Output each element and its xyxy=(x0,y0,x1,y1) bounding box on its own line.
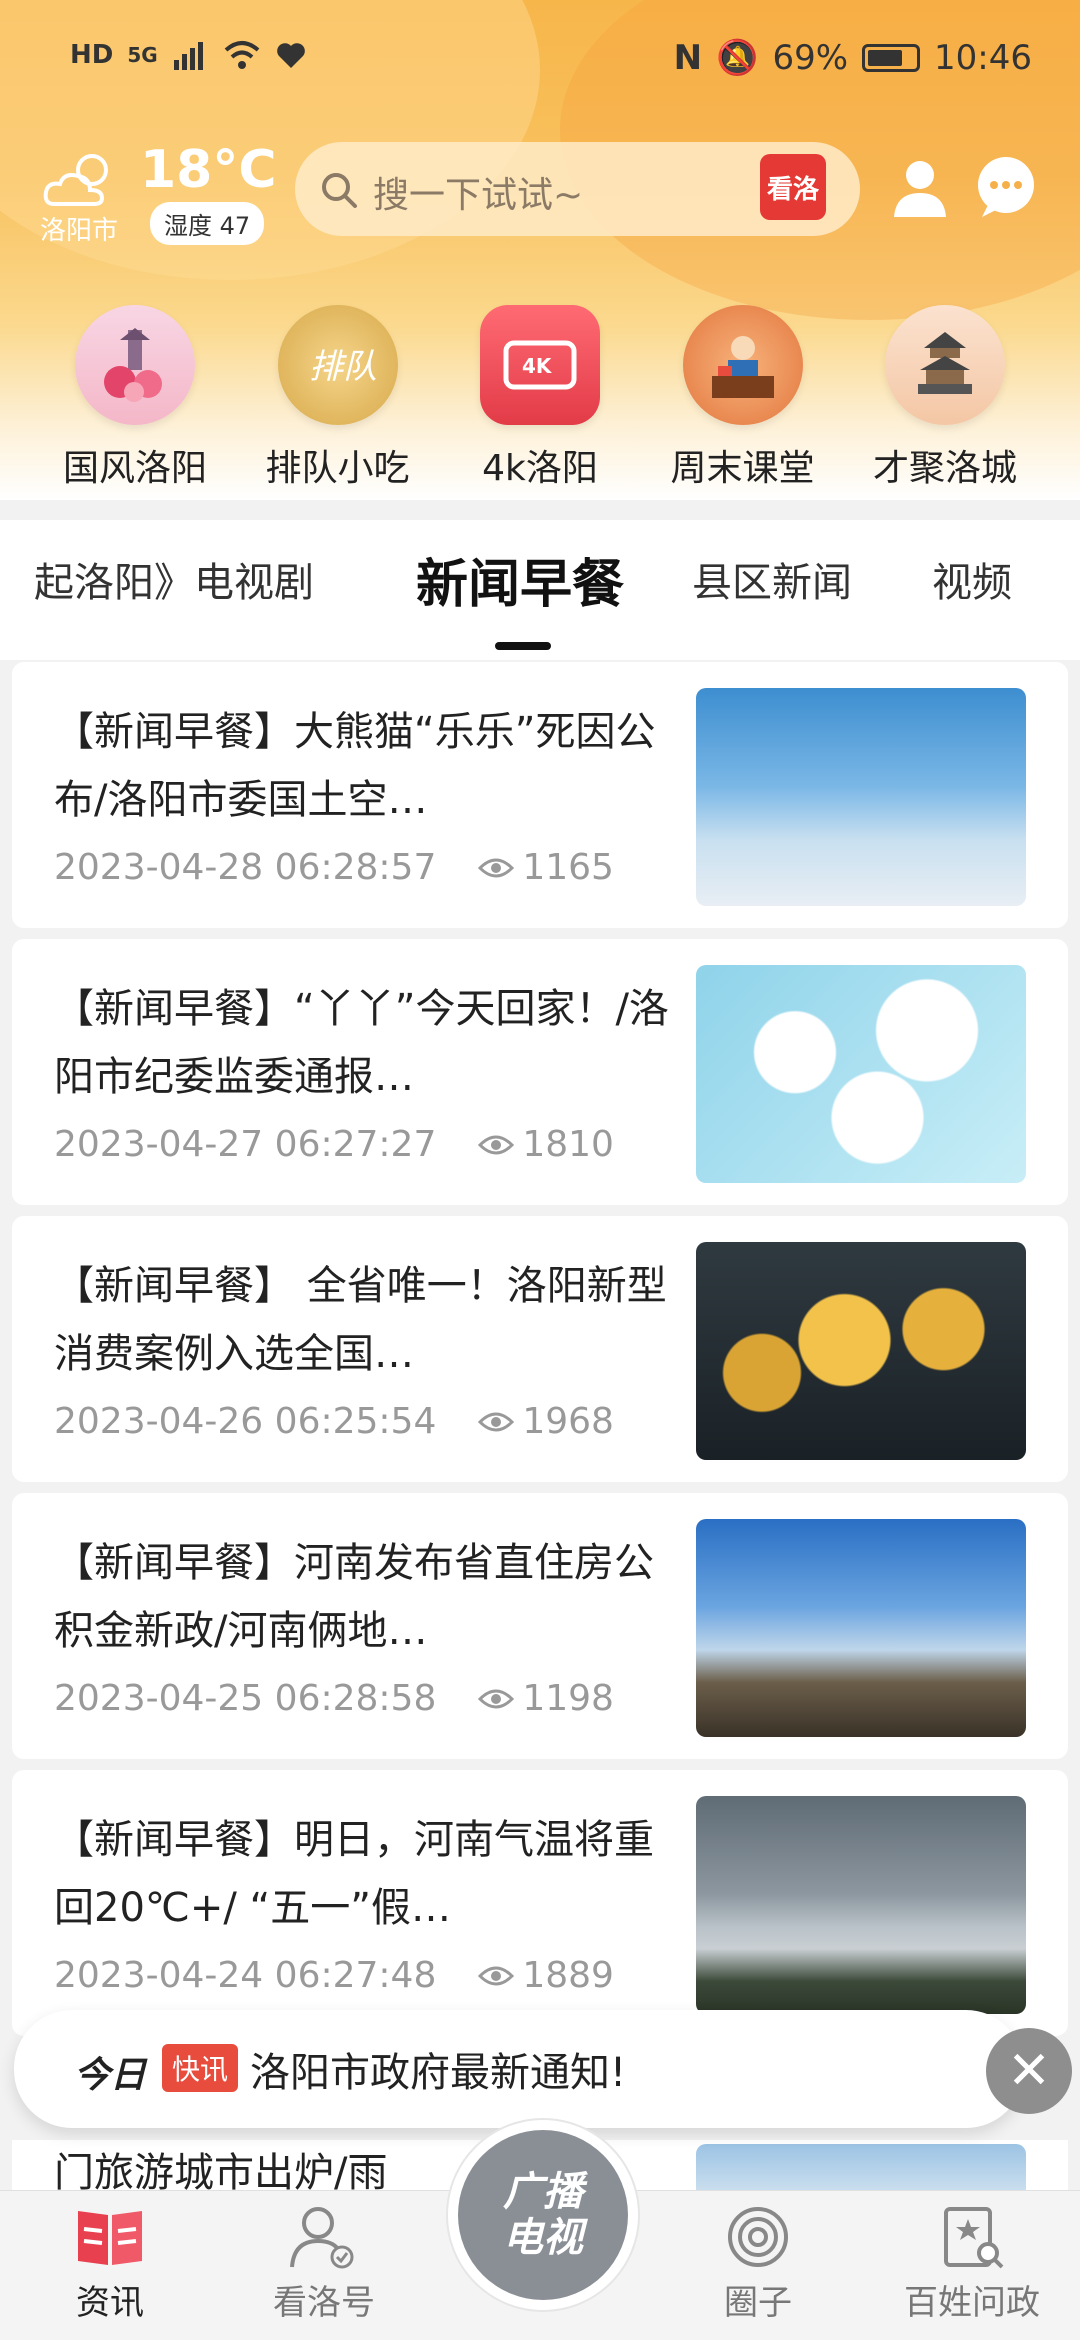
hd-indicator: HD xyxy=(70,40,114,70)
nav-label: 看洛号 xyxy=(273,2283,375,2323)
city-name: 洛阳市 xyxy=(40,216,119,246)
nav-label: 圈子 xyxy=(724,2283,792,2323)
quick-links: 国风洛阳 排队 排队小吃 4K 4k洛阳 周末课堂 才聚洛城 xyxy=(0,305,1080,495)
nav-kanluo[interactable]: 看洛号 xyxy=(224,2205,424,2324)
article-card[interactable]: 【新闻早餐】大熊猫“乐乐”死因公布/洛阳市委国土空… 2023-04-28 06… xyxy=(12,662,1068,928)
broadcast-tv-button[interactable]: 广播 电视 xyxy=(448,2120,638,2310)
flash-news-banner[interactable]: 今日 快讯 洛阳市政府最新通知! xyxy=(14,2010,1024,2128)
search-placeholder: 搜一下试试~ xyxy=(373,175,584,216)
article-title: 【新闻早餐】河南发布省直住房公积金新政/河南俩地… xyxy=(54,1540,654,1654)
article-date: 2023-04-28 06:28:57 xyxy=(54,847,437,888)
article-card[interactable]: 【新闻早餐】河南发布省直住房公积金新政/河南俩地… 2023-04-25 06:… xyxy=(12,1493,1068,1759)
tab-video[interactable]: 视频 xyxy=(932,550,1012,608)
quick-link-label: 周末课堂 xyxy=(670,448,815,489)
article-views: 1889 xyxy=(522,1955,614,1996)
article-date: 2023-04-27 06:27:27 xyxy=(54,1124,437,1165)
article-date: 2023-04-25 06:28:58 xyxy=(54,1678,437,1719)
quick-link-weekend-class[interactable]: 周末课堂 xyxy=(648,305,838,495)
article-date: 2023-04-26 06:25:54 xyxy=(54,1401,437,1442)
article-views: 1165 xyxy=(522,847,614,888)
flash-tag: 快讯 xyxy=(162,2044,239,2092)
article-thumbnail xyxy=(696,965,1026,1183)
battery-icon xyxy=(862,44,921,72)
tab-tv-series[interactable]: 起洛阳》电视剧 xyxy=(34,550,314,608)
flash-today-label: 今日 xyxy=(74,2055,147,2096)
signal-icon xyxy=(173,42,203,70)
quick-link-guofeng[interactable]: 国风洛阳 xyxy=(40,305,230,495)
humidity-badge: 湿度 47 xyxy=(150,202,265,245)
user-check-icon xyxy=(290,2207,354,2269)
article-title: 【新闻早餐】明日，河南气温将重回20℃+/ “五一”假… xyxy=(54,1817,654,1931)
active-tab-indicator xyxy=(495,642,551,650)
flash-message: 洛阳市政府最新通知! xyxy=(250,2050,627,2096)
quick-link-label: 国风洛阳 xyxy=(62,448,207,489)
snack-icon: 排队 xyxy=(277,305,398,425)
signal-indicator: 5G xyxy=(127,43,158,67)
message-icon[interactable] xyxy=(974,155,1038,219)
quick-link-4k[interactable]: 4K 4k洛阳 xyxy=(445,305,635,495)
tab-county-news[interactable]: 县区新闻 xyxy=(692,550,852,608)
tab-news-breakfast[interactable]: 新闻早餐 xyxy=(416,542,624,617)
quick-link-label: 才聚洛城 xyxy=(872,448,1017,489)
close-icon[interactable]: ✕ xyxy=(986,2028,1072,2114)
battery-percent: 69% xyxy=(772,38,849,78)
heart-shield-icon xyxy=(276,43,305,68)
article-views: 1968 xyxy=(522,1401,614,1442)
broadcast-label: 广播 xyxy=(503,2169,583,2215)
quick-link-label: 4k洛阳 xyxy=(482,448,598,489)
article-thumbnail xyxy=(696,1796,1026,2014)
4k-tv-icon: 4K xyxy=(480,305,600,425)
article-views: 1198 xyxy=(522,1678,614,1719)
kanluo-badge[interactable]: 看洛 xyxy=(760,154,826,220)
quick-link-talent[interactable]: 才聚洛城 xyxy=(850,305,1040,495)
svg-text:排队: 排队 xyxy=(309,347,377,387)
pagoda-peony-icon xyxy=(75,305,195,425)
article-title: 【新闻早餐】“丫丫”今天回家！/洛阳市纪委监委通报… xyxy=(54,986,669,1100)
nav-news[interactable]: 资讯 xyxy=(10,2205,210,2324)
eye-icon xyxy=(478,1966,515,1985)
tower-icon xyxy=(885,305,1005,425)
eye-icon xyxy=(478,1689,515,1708)
article-list: 【新闻早餐】大熊猫“乐乐”死因公布/洛阳市委国土空… 2023-04-28 06… xyxy=(12,662,1068,2047)
partly-cloudy-icon xyxy=(43,154,108,206)
article-thumbnail xyxy=(696,1242,1026,1460)
article-thumbnail xyxy=(696,1519,1026,1737)
document-search-icon xyxy=(944,2207,1004,2269)
status-bar: HD 5G Ν 🔕 69% 10:46 xyxy=(0,0,1080,120)
svg-text:4K: 4K xyxy=(522,354,553,378)
user-icon[interactable] xyxy=(888,155,952,219)
nav-label: 百姓问政 xyxy=(904,2283,1040,2323)
article-card[interactable]: 【新闻早餐】 全省唯一！洛阳新型消费案例入选全国… 2023-04-26 06:… xyxy=(12,1216,1068,1482)
quick-link-snack[interactable]: 排队 排队小吃 xyxy=(243,305,433,495)
book-icon xyxy=(78,2211,142,2265)
article-card[interactable]: 【新闻早餐】明日，河南气温将重回20℃+/ “五一”假… 2023-04-24 … xyxy=(12,1770,1068,2036)
eye-icon xyxy=(478,1412,515,1431)
article-title: 【新闻早餐】大熊猫“乐乐”死因公布/洛阳市委国土空… xyxy=(54,709,656,823)
spiral-icon xyxy=(728,2207,788,2267)
article-title: 【新闻早餐】 全省唯一！洛阳新型消费案例入选全国… xyxy=(54,1263,667,1377)
temperature: 18°C xyxy=(140,140,277,200)
teacher-icon xyxy=(682,305,803,425)
article-views: 1810 xyxy=(522,1124,614,1165)
channel-tabs: 起洛阳》电视剧 新闻早餐 县区新闻 视频 xyxy=(0,520,1080,660)
wifi-icon xyxy=(224,41,260,69)
mute-icon: 🔕 xyxy=(716,38,759,78)
nfc-icon: Ν xyxy=(673,38,703,78)
nav-label: 资讯 xyxy=(76,2283,144,2323)
quick-link-label: 排队小吃 xyxy=(265,448,410,489)
search-icon xyxy=(322,173,357,208)
search-bar[interactable]: 搜一下试试~ 看洛 xyxy=(295,142,860,236)
article-thumbnail xyxy=(696,688,1026,906)
eye-icon xyxy=(478,1135,515,1154)
eye-icon xyxy=(478,858,515,877)
article-date: 2023-04-24 06:27:48 xyxy=(54,1955,437,1996)
nav-circle[interactable]: 圈子 xyxy=(658,2205,858,2324)
tv-label: 电视 xyxy=(503,2215,583,2261)
nav-public-inquiry[interactable]: 百姓问政 xyxy=(872,2205,1072,2324)
weather-widget[interactable]: 18°C 洛阳市 湿度 47 xyxy=(40,140,280,250)
clock: 10:46 xyxy=(934,38,1032,78)
article-card[interactable]: 【新闻早餐】“丫丫”今天回家！/洛阳市纪委监委通报… 2023-04-27 06… xyxy=(12,939,1068,1205)
